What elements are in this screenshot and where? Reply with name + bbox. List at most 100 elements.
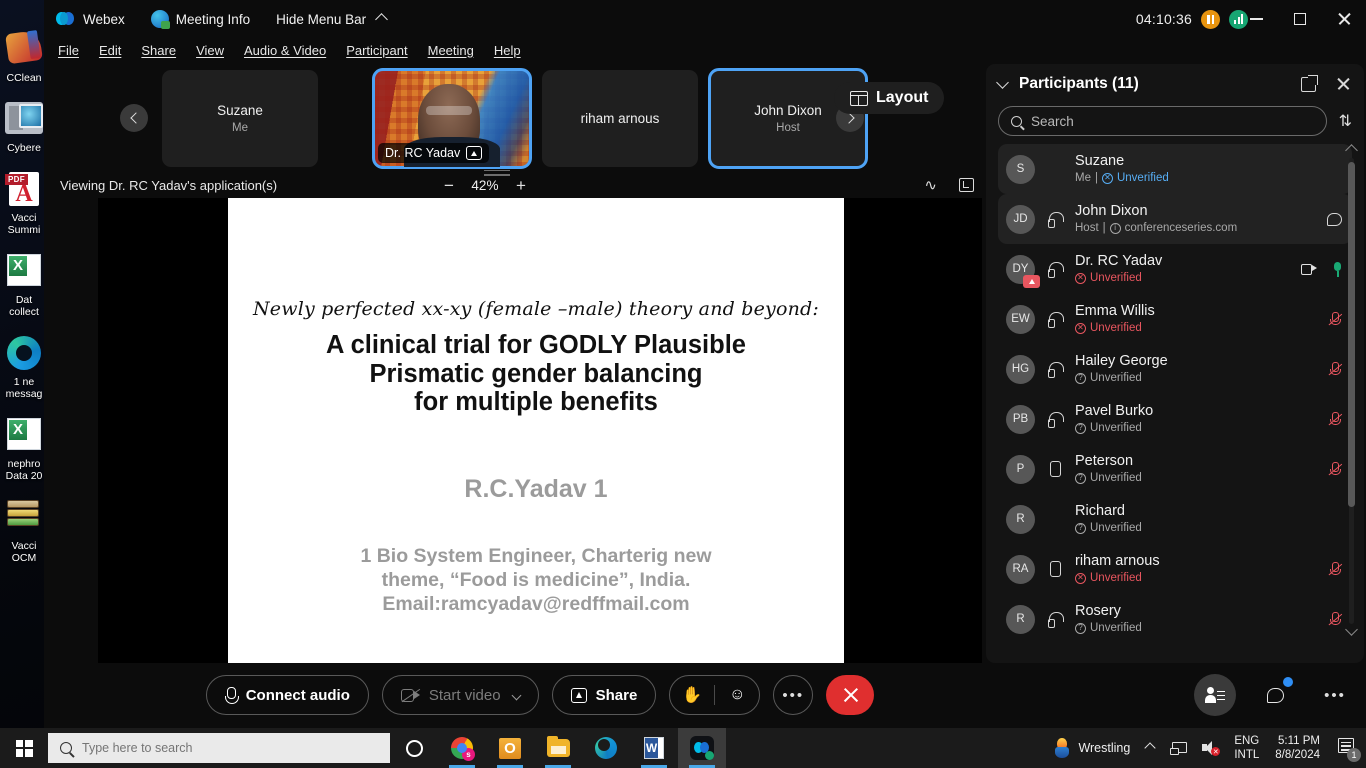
mic-muted-icon[interactable] xyxy=(1328,361,1343,377)
tray-clock[interactable]: 5:11 PM 8/8/2024 xyxy=(1267,728,1328,768)
minimize-button[interactable] xyxy=(1234,0,1278,38)
mic-on-icon[interactable] xyxy=(1333,261,1342,277)
menu-help[interactable]: Help xyxy=(494,43,521,58)
menu-participant[interactable]: Participant xyxy=(346,43,407,58)
thumbnail-suzane[interactable]: Suzane Me xyxy=(162,70,318,167)
chevron-down-icon[interactable] xyxy=(996,75,1009,89)
tray-expand-button[interactable] xyxy=(1138,728,1162,768)
menu-view[interactable]: View xyxy=(196,43,224,58)
participant-row-pavel-burko[interactable]: PB Pavel Burko ? Unverified xyxy=(998,394,1352,444)
chat-icon xyxy=(1266,687,1284,703)
menu-edit[interactable]: Edit xyxy=(99,43,121,58)
maximize-button[interactable] xyxy=(1278,0,1322,38)
camera-icon[interactable] xyxy=(1301,263,1317,275)
taskbar-word-button[interactable] xyxy=(630,728,678,768)
recording-paused-icon[interactable] xyxy=(1201,9,1220,29)
taskbar-edge-button[interactable] xyxy=(582,728,630,768)
mic-muted-icon[interactable] xyxy=(1328,561,1343,577)
taskbar-chrome-button[interactable]: s xyxy=(438,728,486,768)
raise-hand-button[interactable]: ✋ xyxy=(670,676,714,714)
participant-meta: Me | ✕ Unverified xyxy=(1075,171,1342,186)
participant-row-rosery[interactable]: R Rosery ? Unverified xyxy=(998,594,1352,644)
menu-audio-video[interactable]: Audio & Video xyxy=(244,43,326,58)
meeting-elapsed-time: 04:10:36 xyxy=(1135,11,1192,27)
taskbar-outlook-button[interactable] xyxy=(486,728,534,768)
menu-share[interactable]: Share xyxy=(141,43,176,58)
zoom-out-button[interactable]: − xyxy=(444,177,454,194)
participant-row-john-dixon[interactable]: JD John Dixon Host | i conferenceseries.… xyxy=(998,194,1352,244)
shared-slide[interactable]: Newly perfected xx-xy (female –male) the… xyxy=(228,198,844,663)
mic-muted-icon[interactable] xyxy=(1328,411,1343,427)
desktop-icon-ccleaner[interactable]: CClean xyxy=(0,29,48,84)
desktop-icon-vaccines-summit[interactable]: Vacci Summi xyxy=(0,172,48,236)
viewing-status-text: Viewing Dr. RC Yadav's application(s) xyxy=(60,177,278,193)
tray-notifications-button[interactable]: 1 xyxy=(1328,728,1366,768)
panel-header: Participants (11) xyxy=(986,64,1364,104)
participant-row-peterson[interactable]: P Peterson ? Unverified xyxy=(998,444,1352,494)
reactions-button[interactable]: ☺ xyxy=(715,676,759,714)
participant-row-suzane[interactable]: S Suzane Me | ✕ Unverified xyxy=(998,144,1352,194)
mic-muted-icon[interactable] xyxy=(1328,311,1343,327)
participant-row-richard[interactable]: R Richard ? Unverified xyxy=(998,494,1352,544)
sort-icon[interactable]: ⇅ xyxy=(1339,111,1352,131)
popout-icon[interactable] xyxy=(1301,74,1318,92)
hide-menu-bar-button[interactable]: Hide Menu Bar xyxy=(276,12,388,27)
end-meeting-button[interactable] xyxy=(826,675,875,715)
mic-muted-icon[interactable] xyxy=(1328,461,1343,477)
meeting-info-button[interactable]: Meeting Info xyxy=(150,10,250,29)
desktop-icon-data-collection[interactable]: Dat collect xyxy=(0,254,48,318)
start-button[interactable] xyxy=(0,728,48,768)
chevron-down-icon[interactable] xyxy=(511,690,522,700)
tray-network-button[interactable] xyxy=(1162,728,1194,768)
tray-volume-button[interactable]: ✕ xyxy=(1194,728,1226,768)
language-line-2: INTL xyxy=(1234,749,1260,761)
participant-row-emma-willis[interactable]: EW Emma Willis ✕ Unverified xyxy=(998,294,1352,344)
close-button[interactable] xyxy=(1322,0,1366,38)
annotate-icon[interactable]: ∿ xyxy=(924,176,937,194)
thumbnail-riham-arnous[interactable]: riham arnous xyxy=(542,70,698,167)
chat-icon[interactable] xyxy=(1327,212,1342,226)
participants-panel-button[interactable] xyxy=(1194,674,1236,716)
participant-row-hailey-george[interactable]: HG Hailey George ? Unverified xyxy=(998,344,1352,394)
desktop-icon-vacci-ocm[interactable]: Vacci OCM xyxy=(0,500,48,564)
taskbar-cortana-button[interactable] xyxy=(390,728,438,768)
more-options-button[interactable]: ••• xyxy=(773,675,814,715)
participant-info: John Dixon Host | i conferenceseries.com xyxy=(1075,203,1319,236)
thumbnails-prev-button[interactable] xyxy=(120,104,148,132)
webex-brand[interactable]: Webex xyxy=(56,11,125,27)
menu-file[interactable]: File xyxy=(58,43,79,58)
desktop-icon-cybereason[interactable]: Cybere xyxy=(0,102,48,154)
fullscreen-icon[interactable] xyxy=(959,178,974,192)
chat-panel-button[interactable] xyxy=(1254,674,1296,716)
participant-row-riham-arnous[interactable]: RA riham arnous ✕ Unverified xyxy=(998,544,1352,594)
taskbar-file-explorer-button[interactable] xyxy=(534,728,582,768)
menu-meeting[interactable]: Meeting xyxy=(428,43,474,58)
participant-meta: Host | i conferenceseries.com xyxy=(1075,221,1319,236)
scroll-up-icon[interactable] xyxy=(1345,144,1358,157)
speaker-muted-icon: ✕ xyxy=(1202,741,1221,756)
desktop-icon-nephro-data[interactable]: nephro Data 20 xyxy=(0,418,48,482)
share-button[interactable]: Share xyxy=(551,675,657,715)
participants-scrollbar[interactable] xyxy=(1345,144,1358,636)
tray-wrestling-app[interactable]: Wrestling xyxy=(1046,728,1138,768)
mic-muted-icon[interactable] xyxy=(1328,611,1343,627)
desktop-icon-new-message[interactable]: 1 ne messag xyxy=(0,336,48,400)
participant-row-dr-rc-yadav[interactable]: DY Dr. RC Yadav ✕ Unverified xyxy=(998,244,1352,294)
zoom-controls: − 42% + xyxy=(444,177,526,194)
taskbar-webex-button[interactable] xyxy=(678,728,726,768)
more-panels-button[interactable]: ••• xyxy=(1314,674,1356,716)
search-field[interactable] xyxy=(1031,113,1314,129)
connect-audio-button[interactable]: Connect audio xyxy=(205,675,369,715)
scroll-down-icon[interactable] xyxy=(1345,623,1358,636)
start-video-button[interactable]: Start video xyxy=(381,675,539,715)
zoom-in-button[interactable]: + xyxy=(516,177,526,194)
close-icon[interactable] xyxy=(1336,77,1350,91)
thumbnail-dr-rc-yadav[interactable]: Dr. RC Yadav xyxy=(372,68,532,169)
tray-language-button[interactable]: ENG INTL xyxy=(1226,728,1267,768)
scrollbar-thumb[interactable] xyxy=(1348,162,1355,507)
taskbar-search-field[interactable] xyxy=(82,741,378,755)
layout-button[interactable]: Layout xyxy=(834,82,945,114)
search-input[interactable] xyxy=(998,106,1327,136)
participants-list[interactable]: S Suzane Me | ✕ Unverified JD John Dixon xyxy=(986,144,1364,639)
taskbar-search-input[interactable] xyxy=(48,733,390,763)
